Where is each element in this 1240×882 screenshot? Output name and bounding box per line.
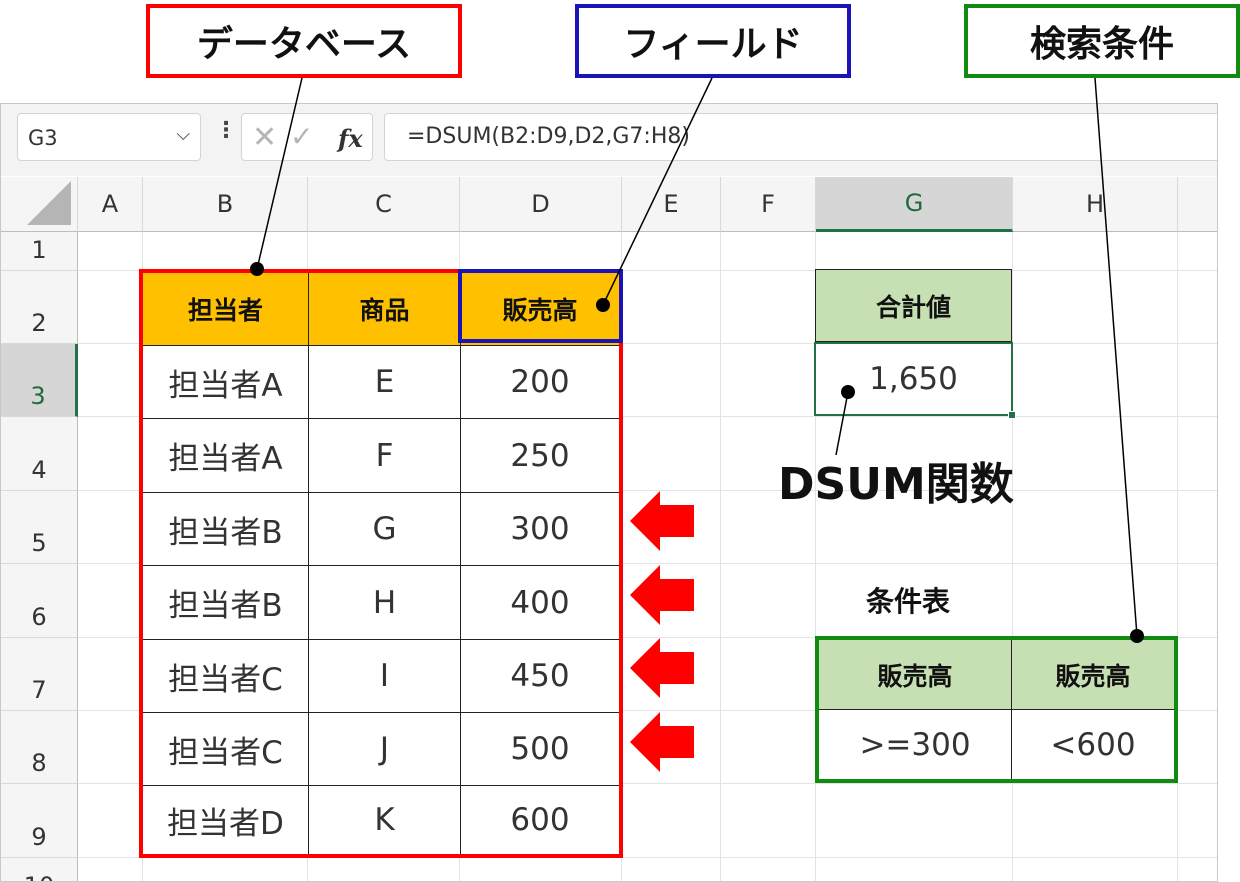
data-cell[interactable]: J — [309, 713, 461, 786]
field-callout-label: フィールド — [623, 24, 803, 65]
criteria-value-cell[interactable]: >=300 — [819, 710, 1012, 779]
criteria-table: 販売高 販売高 >=300 <600 — [815, 636, 1178, 783]
data-cell[interactable]: 400 — [461, 566, 619, 640]
criteria-callout-label: 検索条件 — [1029, 24, 1174, 65]
dsum-annotation: DSUM関数 — [778, 459, 1014, 510]
row-header-6[interactable]: 6 — [1, 564, 78, 638]
data-cell[interactable]: 担当者D — [143, 786, 309, 854]
data-cell[interactable]: 200 — [461, 346, 619, 419]
arrow-left-icon — [630, 491, 694, 551]
data-cell[interactable]: 担当者A — [143, 346, 309, 419]
data-cell[interactable]: F — [309, 419, 461, 493]
column-header-e[interactable]: E — [622, 177, 721, 232]
insert-function-button[interactable]: fx — [338, 124, 363, 153]
data-cell[interactable]: 500 — [461, 713, 619, 786]
criteria-header-cell[interactable]: 販売高 — [1012, 640, 1174, 710]
data-cell[interactable]: 250 — [461, 419, 619, 493]
data-cell[interactable]: I — [309, 640, 461, 713]
row-header-2[interactable]: 2 — [1, 271, 78, 344]
column-header-i[interactable] — [1178, 177, 1217, 232]
criteria-callout: 検索条件 — [964, 4, 1240, 78]
arrow-left-icon — [630, 565, 694, 625]
check-icon[interactable]: ✓ — [290, 120, 313, 153]
row-header-1[interactable]: 1 — [1, 232, 78, 271]
formula-buttons: ✕ ✓ fx — [241, 113, 373, 161]
field-callout: フィールド — [575, 4, 851, 78]
row-header-4[interactable]: 4 — [1, 417, 78, 491]
row-header-5[interactable]: 5 — [1, 491, 78, 564]
column-header-a[interactable]: A — [78, 177, 143, 232]
fill-handle[interactable] — [1008, 411, 1016, 419]
data-cell[interactable]: K — [309, 786, 461, 854]
column-header-b[interactable]: B — [143, 177, 308, 232]
cancel-icon[interactable]: ✕ — [252, 120, 277, 155]
criteria-header-cell[interactable]: 販売高 — [819, 640, 1012, 710]
row-header-7[interactable]: 7 — [1, 638, 78, 711]
column-header-d[interactable]: D — [460, 177, 622, 232]
formula-bar: G3 ⌵ ⋮ ✕ ✓ fx =DSUM(B2:D9,D2,G7:H8) — [1, 104, 1217, 176]
data-cell[interactable]: 450 — [461, 640, 619, 713]
header-cell-shouhin[interactable]: 商品 — [309, 273, 461, 346]
leader-dot — [1130, 629, 1144, 643]
database-callout: データベース — [146, 4, 462, 78]
data-cell[interactable]: 担当者B — [143, 493, 309, 566]
criteria-value-cell[interactable]: <600 — [1012, 710, 1174, 779]
data-cell[interactable]: H — [309, 566, 461, 640]
data-cell[interactable]: E — [309, 346, 461, 419]
formula-text: =DSUM(B2:D9,D2,G7:H8) — [407, 124, 690, 149]
leader-dot — [841, 385, 855, 399]
column-header-f[interactable]: F — [721, 177, 816, 232]
data-cell[interactable]: 300 — [461, 493, 619, 566]
column-header-h[interactable]: H — [1013, 177, 1178, 232]
criteria-title: 条件表 — [866, 585, 951, 618]
data-cell[interactable]: 担当者A — [143, 419, 309, 493]
select-all-corner[interactable] — [1, 177, 78, 232]
arrow-left-icon — [630, 638, 694, 698]
arrow-left-icon — [630, 712, 694, 772]
data-cell[interactable]: 担当者C — [143, 640, 309, 713]
data-cell[interactable]: 担当者B — [143, 566, 309, 640]
row-header-3[interactable]: 3 — [1, 344, 78, 417]
result-header-cell[interactable]: 合計値 — [815, 269, 1012, 342]
formula-input[interactable]: =DSUM(B2:D9,D2,G7:H8) — [384, 113, 1217, 161]
leader-dot — [596, 298, 610, 312]
column-header-c[interactable]: C — [308, 177, 460, 232]
header-cell-tantousha[interactable]: 担当者 — [143, 273, 309, 346]
data-cell[interactable]: G — [309, 493, 461, 566]
name-box-value: G3 — [28, 126, 58, 150]
leader-dot — [250, 262, 264, 276]
row-header-9[interactable]: 9 — [1, 784, 78, 858]
data-cell[interactable]: 600 — [461, 786, 619, 854]
row-header-8[interactable]: 8 — [1, 711, 78, 784]
column-header-g[interactable]: G — [816, 177, 1013, 232]
data-cell[interactable]: 担当者C — [143, 713, 309, 786]
result-value-cell[interactable]: 1,650 — [814, 342, 1013, 416]
database-callout-label: データベース — [196, 24, 412, 65]
name-box[interactable]: G3 ⌵ — [17, 113, 201, 161]
row-header-10[interactable]: 10 — [1, 858, 78, 881]
more-options-icon[interactable]: ⋮ — [215, 118, 237, 143]
chevron-down-icon[interactable]: ⌵ — [176, 124, 190, 145]
database-table: 担当者 商品 販売高 担当者A E 200 担当者A F 250 担当者B G … — [139, 269, 623, 858]
